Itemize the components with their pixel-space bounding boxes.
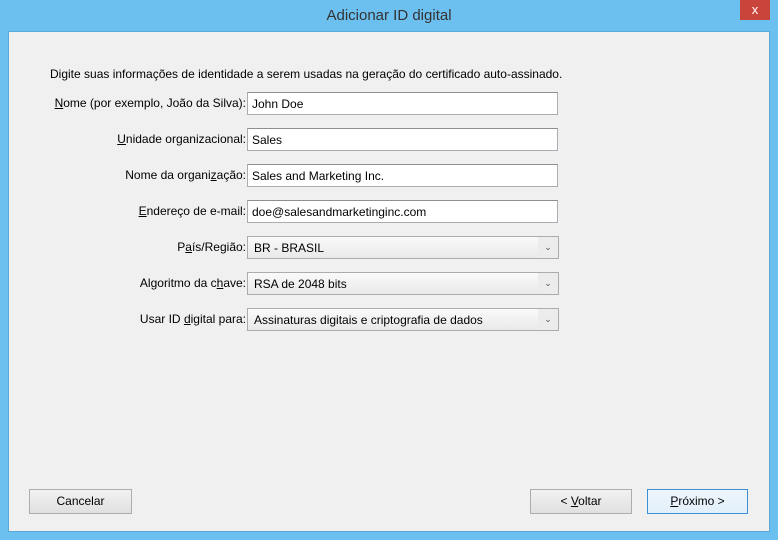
window-title: Adicionar ID digital [326, 7, 452, 24]
label-text: ação: [216, 168, 246, 182]
label-mnemonic: E [138, 204, 147, 218]
email-input[interactable]: doe@salesandmarketinginc.com [247, 200, 558, 223]
label-text: igital para: [190, 312, 246, 326]
country-select[interactable]: BR - BRASIL ⌄ [247, 236, 559, 259]
use-for-label: Usar ID digital para: [140, 312, 246, 326]
label-text: ome (por exemplo, João da Silva): [63, 96, 246, 110]
email-label: Endereço de e-mail: [139, 204, 246, 218]
label-text: nidade organizacional: [125, 132, 246, 146]
next-button[interactable]: Próximo > [647, 489, 748, 514]
dialog-body: Digite suas informações de identidade a … [8, 31, 770, 532]
label-mnemonic: U [117, 132, 126, 146]
use-for-select[interactable]: Assinaturas digitais e criptografia de d… [247, 308, 559, 331]
country-value: BR - BRASIL [254, 241, 325, 255]
back-label-rest: oltar [578, 494, 602, 508]
field-row-org-unit: Unidade organizacional: Sales [9, 128, 569, 151]
org-unit-label: Unidade organizacional: [117, 132, 246, 146]
org-name-label: Nome da organização: [125, 168, 246, 182]
label-text: ave: [223, 276, 246, 290]
label-text: Nome da organi [125, 168, 211, 182]
field-row-use-for: Usar ID digital para: Assinaturas digitai… [9, 308, 569, 331]
field-row-country: País/Região: BR - BRASIL ⌄ [9, 236, 569, 259]
intro-text: Digite suas informações de identidade a … [50, 67, 563, 81]
back-button[interactable]: < Voltar [530, 489, 632, 514]
org-unit-input[interactable]: Sales [247, 128, 558, 151]
key-algorithm-label: Algoritmo da chave: [140, 276, 246, 290]
name-label: Nome (por exemplo, João da Silva): [55, 96, 246, 110]
label-text: ndereço de e-mail: [146, 204, 246, 218]
use-for-value: Assinaturas digitais e criptografia de d… [254, 313, 483, 327]
name-input[interactable]: John Doe [247, 92, 558, 115]
field-row-key-algorithm: Algoritmo da chave: RSA de 2048 bits ⌄ [9, 272, 569, 295]
field-row-name: Nome (por exemplo, João da Silva): John D… [9, 92, 569, 115]
key-algorithm-value: RSA de 2048 bits [254, 277, 347, 291]
label-mnemonic: a [185, 240, 192, 254]
label-text: ís/Região: [191, 240, 246, 254]
key-algorithm-select[interactable]: RSA de 2048 bits ⌄ [247, 272, 559, 295]
country-label: País/Região: [177, 240, 246, 254]
chevron-down-icon[interactable]: ⌄ [538, 237, 558, 258]
back-label: < [560, 494, 571, 508]
next-label: róximo > [678, 494, 725, 508]
label-mnemonic: N [54, 96, 64, 110]
label-mnemonic: d [183, 312, 191, 326]
label-text: Usar ID [139, 312, 184, 326]
chevron-down-icon[interactable]: ⌄ [538, 273, 558, 294]
chevron-down-icon[interactable]: ⌄ [538, 309, 558, 330]
org-name-input[interactable]: Sales and Marketing Inc. [247, 164, 558, 187]
cancel-button[interactable]: Cancelar [29, 489, 132, 514]
field-row-org-name: Nome da organização: Sales and Marketing … [9, 164, 569, 187]
close-button[interactable]: x [740, 0, 770, 20]
field-row-email: Endereço de e-mail: doe@salesandmarketing… [9, 200, 569, 223]
label-text: Algoritmo da c [139, 276, 217, 290]
